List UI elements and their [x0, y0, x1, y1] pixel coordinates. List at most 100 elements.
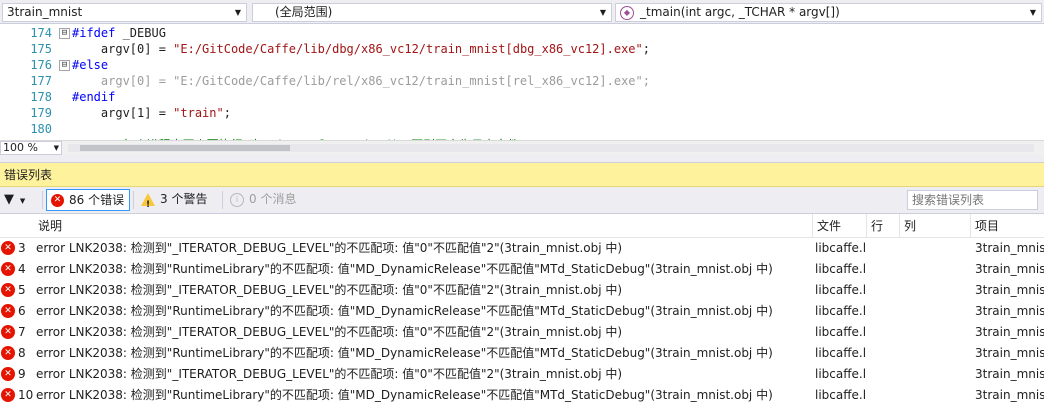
horizontal-scrollbar-thumb[interactable]	[80, 145, 290, 151]
column-header-column[interactable]: 列	[900, 214, 970, 238]
error-circle-icon: ✕	[1, 241, 15, 255]
error-file: libcaffe.li	[815, 262, 867, 276]
column-header-description[interactable]: 说明	[34, 214, 812, 238]
panel-splitter[interactable]	[0, 155, 1044, 163]
code-line[interactable]: 175 argv[0] = "E:/GitCode/Caffe/lib/dbg/…	[0, 41, 1044, 57]
chevron-down-icon: ▼	[19, 197, 26, 205]
error-number: 8	[18, 346, 26, 360]
line-number: 175	[30, 42, 52, 56]
function-combo-label: _tmain(int argc, _TCHAR * argv[])	[640, 5, 840, 19]
code-token: "train"	[173, 106, 224, 120]
errors-count-label: 86 个错误	[69, 193, 125, 207]
error-file: libcaffe.li	[815, 283, 867, 297]
code-text: #endif	[72, 89, 115, 105]
error-row[interactable]: ✕ 7 error LNK2038: 检测到"_ITERATOR_DEBUG_LEV…	[0, 322, 1044, 343]
code-token: argv[0] =	[72, 42, 174, 56]
error-row[interactable]: ✕ 8 error LNK2038: 检测到"RuntimeLibrary"的不匹配…	[0, 343, 1044, 364]
chevron-down-icon: ▼	[53, 144, 59, 152]
line-number: 179	[30, 106, 52, 120]
line-number: 178	[30, 90, 52, 104]
column-header-file[interactable]: 文件	[813, 214, 866, 238]
code-token: #else	[72, 58, 109, 72]
info-circle-icon: i	[230, 192, 244, 207]
messages-filter-button[interactable]: i 0 个消息	[226, 189, 306, 211]
project-combo[interactable]: 3train_mnist ▼	[2, 3, 247, 22]
error-list-toolbar: ▼ ▼ ✕ 86 个错误 ! 3 个警告 i 0 个消息	[0, 187, 1044, 214]
column-header-line[interactable]: 行	[867, 214, 899, 238]
code-token: "E:/GitCode/Caffe/lib/dbg/x86_vc12/train…	[173, 42, 643, 56]
code-line[interactable]: 179 argv[1] = "train";	[0, 105, 1044, 121]
error-description: error LNK2038: 检测到"_ITERATOR_DEBUG_LEVEL…	[36, 283, 623, 297]
error-row[interactable]: ✕ 3 error LNK2038: 检测到"_ITERATOR_DEBUG_LEV…	[0, 238, 1044, 259]
column-header-project[interactable]: 项目	[971, 214, 1044, 238]
error-description: error LNK2038: 检测到"RuntimeLibrary"的不匹配项:…	[36, 262, 773, 276]
zoom-level: 100 %	[3, 141, 38, 154]
chevron-down-icon: ▼	[599, 8, 607, 17]
error-description: error LNK2038: 检测到"RuntimeLibrary"的不匹配项:…	[36, 346, 773, 360]
toolbar-divider	[42, 191, 43, 209]
error-project: 3train_mnist	[975, 367, 1044, 381]
error-file: libcaffe.li	[815, 346, 867, 360]
scope-combo[interactable]: (全局范围) ▼	[252, 3, 612, 22]
chevron-down-icon: ▼	[234, 8, 242, 17]
collapse-toggle-icon[interactable]: ⊟	[59, 28, 70, 39]
error-file: libcaffe.li	[815, 325, 867, 339]
errors-filter-button[interactable]: ✕ 86 个错误	[46, 189, 130, 211]
code-token: _DEBUG	[115, 26, 166, 40]
line-number: 180	[30, 122, 52, 136]
line-number: 176	[30, 58, 52, 72]
project-combo-label: 3train_mnist	[7, 5, 83, 19]
code-line[interactable]: 178 #endif	[0, 89, 1044, 105]
error-row[interactable]: ✕ 9 error LNK2038: 检测到"_ITERATOR_DEBUG_LEV…	[0, 364, 1044, 385]
error-circle-icon: ✕	[1, 367, 15, 381]
error-number: 10	[18, 388, 34, 402]
warning-triangle-icon: !	[141, 193, 155, 210]
code-line[interactable]: 177 argv[0] = "E:/GitCode/Caffe/lib/rel/…	[0, 73, 1044, 89]
error-table-body: ✕ 3 error LNK2038: 检测到"_ITERATOR_DEBUG_LEV…	[0, 238, 1044, 410]
error-row[interactable]: ✕ 5 error LNK2038: 检测到"_ITERATOR_DEBUG_LEV…	[0, 280, 1044, 301]
toolbar-divider	[133, 191, 134, 209]
error-circle-icon: ✕	[1, 283, 15, 297]
filter-button[interactable]: ▼ ▼	[4, 189, 40, 211]
error-row[interactable]: ✕ 10 error LNK2038: 检测到"RuntimeLibrary"的不匹…	[0, 385, 1044, 406]
scope-combo-label: (全局范围)	[275, 5, 333, 19]
warnings-filter-button[interactable]: ! 3 个警告	[137, 189, 219, 211]
error-number: 9	[18, 367, 26, 381]
messages-count-label: 0 个消息	[249, 192, 297, 206]
error-circle-icon: ✕	[1, 388, 15, 402]
code-token: ;	[223, 106, 231, 120]
code-token: argv[0] = "E:/GitCode/Caffe/lib/rel/x86_…	[72, 74, 650, 88]
error-number: 6	[18, 304, 26, 318]
code-line[interactable]: 180	[0, 121, 1044, 137]
error-project: 3train_mnist	[975, 325, 1044, 339]
warnings-count-label: 3 个警告	[160, 192, 208, 206]
code-editor[interactable]: 174 ⊟ #ifdef _DEBUG 175 argv[0] = "E:/GitCo…	[0, 24, 1044, 140]
error-description: error LNK2038: 检测到"_ITERATOR_DEBUG_LEVEL…	[36, 325, 623, 339]
error-row[interactable]: ✕ 6 error LNK2038: 检测到"RuntimeLibrary"的不匹配…	[0, 301, 1044, 322]
error-file: libcaffe.li	[815, 241, 867, 255]
error-circle-icon: ✕	[1, 325, 15, 339]
navigation-bar: 3train_mnist ▼ (全局范围) ▼ ◆ _tmain(int argc…	[0, 0, 1044, 24]
error-row[interactable]: ✕ 4 error LNK2038: 检测到"RuntimeLibrary"的不匹配…	[0, 259, 1044, 280]
collapse-toggle-icon[interactable]: ⊟	[59, 60, 70, 71]
error-file: libcaffe.li	[815, 304, 867, 318]
filter-funnel-icon: ▼	[4, 192, 14, 207]
error-description: error LNK2038: 检测到"_ITERATOR_DEBUG_LEVEL…	[36, 367, 623, 381]
error-circle-icon: ✕	[1, 304, 15, 318]
code-text: #else	[72, 57, 108, 73]
error-circle-icon: ✕	[51, 194, 64, 207]
function-member-icon: ◆	[620, 5, 634, 20]
zoom-combo[interactable]: 100 % ▼	[0, 141, 62, 155]
function-combo[interactable]: ◆ _tmain(int argc, _TCHAR * argv[]) ▼	[615, 3, 1042, 22]
error-project: 3train_mnist	[975, 241, 1044, 255]
error-circle-icon: ✕	[1, 346, 15, 360]
code-text: #ifdef _DEBUG	[72, 25, 166, 41]
editor-status-row: 100 % ▼	[0, 140, 1044, 155]
error-description: error LNK2038: 检测到"RuntimeLibrary"的不匹配项:…	[36, 388, 773, 402]
search-error-list-input[interactable]	[907, 190, 1038, 210]
chevron-down-icon: ▼	[1029, 8, 1037, 17]
code-line[interactable]: 174 ⊟ #ifdef _DEBUG	[0, 25, 1044, 41]
code-token: #endif	[72, 90, 116, 104]
error-project: 3train_mnist	[975, 262, 1044, 276]
code-line[interactable]: 176 ⊟ #else	[0, 57, 1044, 73]
